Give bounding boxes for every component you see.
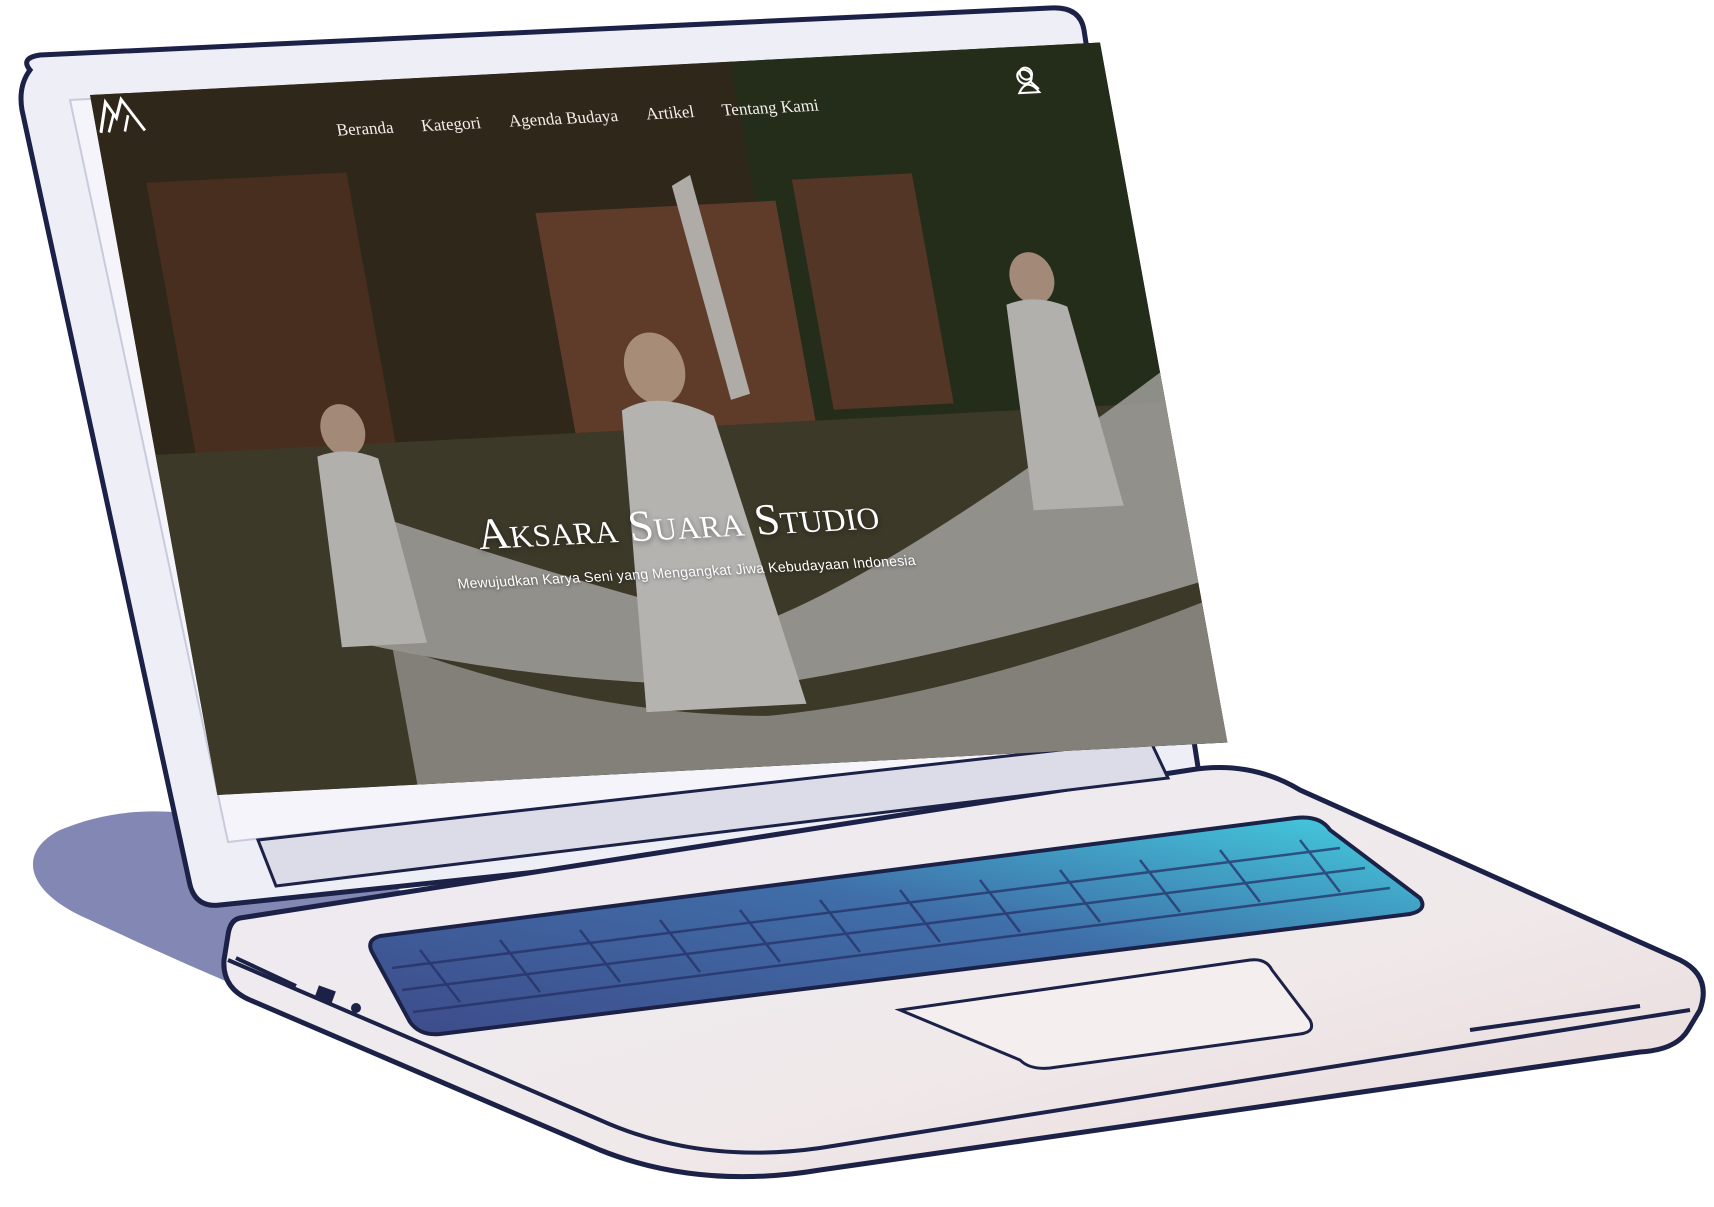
nav-beranda[interactable]: Beranda [335,118,395,141]
mountain-logo-icon[interactable] [90,92,150,137]
laptop-illustration: Beranda Kategori Agenda Budaya Artikel T… [0,0,1714,1207]
header-icons [1011,62,1082,95]
user-icon[interactable] [1017,62,1082,95]
nav-kategori[interactable]: Kategori [420,113,483,136]
nav-artikel[interactable]: Artikel [644,102,696,125]
website-screen: Beranda Kategori Agenda Budaya Artikel T… [90,42,1228,796]
hero-overlay [90,42,1228,796]
